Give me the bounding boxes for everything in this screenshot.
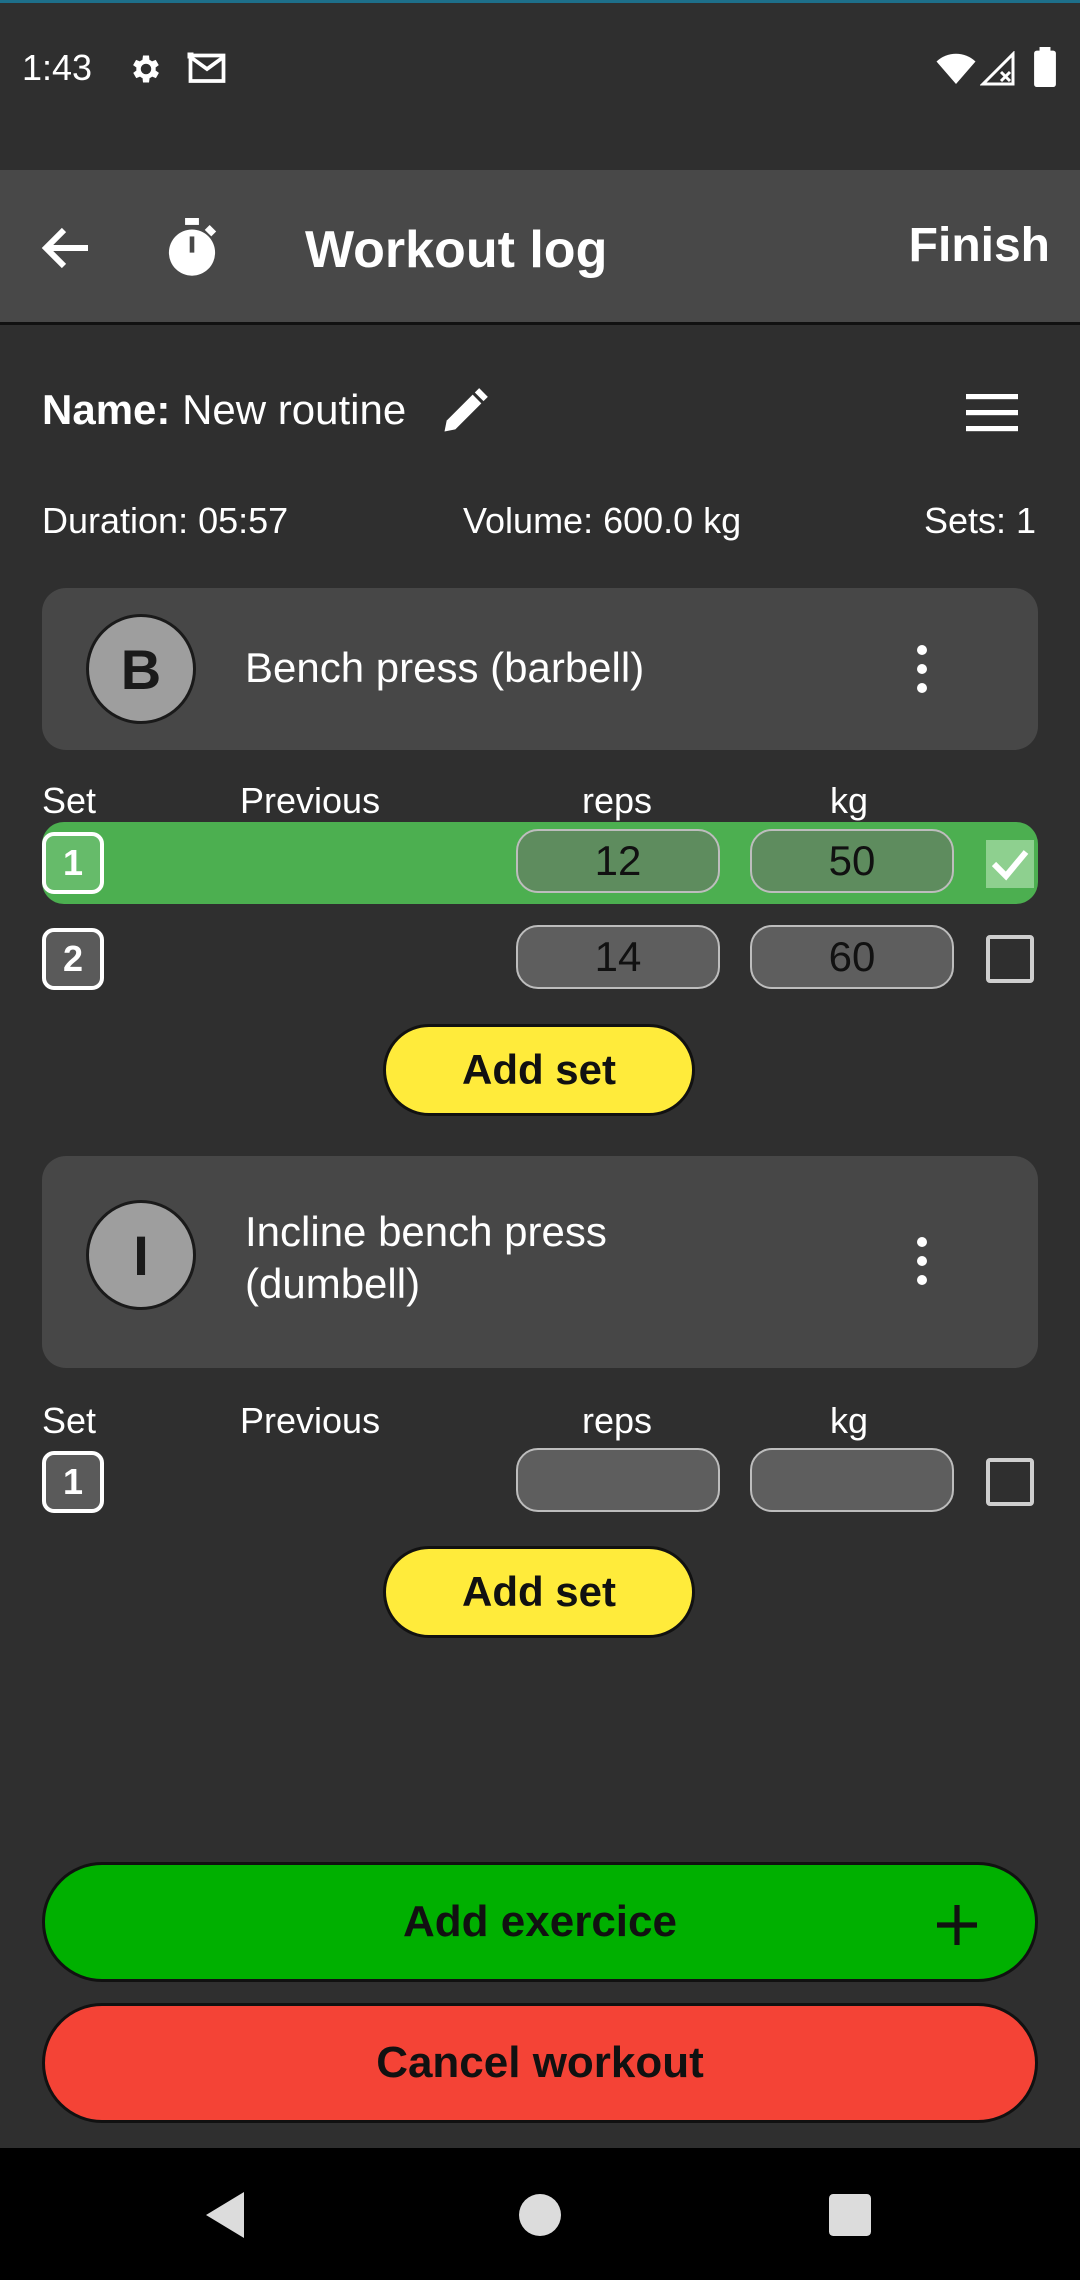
nav-back-icon[interactable] <box>206 2192 246 2238</box>
set-number: 1 <box>42 1451 104 1513</box>
add-exercise-label: Add exercice <box>403 1897 677 1946</box>
set-number: 2 <box>42 928 104 990</box>
duration-stat: Duration: 05:57 <box>42 500 289 541</box>
exercise-avatar: B <box>86 614 196 724</box>
kg-input[interactable]: 50 <box>750 829 954 893</box>
nav-recents-icon[interactable] <box>829 2194 871 2236</box>
col-header-set: Set <box>42 1400 97 1441</box>
exercise-card[interactable]: B Bench press (barbell) <box>42 588 1038 750</box>
app-bar: Workout log Finish <box>0 170 1080 325</box>
mail-icon <box>186 51 228 87</box>
set-done-checkbox[interactable] <box>986 935 1034 983</box>
nav-home-icon[interactable] <box>519 2194 561 2236</box>
col-header-kg: kg <box>830 1400 869 1441</box>
plus-icon <box>935 1903 979 1947</box>
col-header-previous: Previous <box>240 780 381 821</box>
more-vert-icon[interactable] <box>916 1236 928 1286</box>
menu-icon[interactable] <box>966 394 1018 432</box>
page-title: Workout log <box>305 221 608 279</box>
exercise-title: Incline bench press (dumbell) <box>245 1206 607 1310</box>
gear-icon <box>128 51 164 87</box>
set-done-checkbox[interactable] <box>986 1458 1034 1506</box>
system-nav-bar <box>0 2148 1080 2280</box>
add-set-button[interactable]: Add set <box>383 1546 695 1638</box>
check-icon <box>991 850 1029 881</box>
back-arrow-icon[interactable] <box>40 224 92 272</box>
col-header-kg: kg <box>830 780 869 821</box>
more-vert-icon[interactable] <box>916 644 928 694</box>
routine-name-value: New routine <box>182 386 407 433</box>
exercise-card[interactable]: I Incline bench press (dumbell) <box>42 1156 1038 1368</box>
add-exercise-button[interactable]: Add exercice <box>42 1862 1038 1982</box>
col-header-reps: reps <box>582 1400 653 1441</box>
exercise-title-line2: (dumbell) <box>245 1260 421 1307</box>
exercise-title-line1: Incline bench press <box>245 1208 607 1255</box>
exercise-avatar: I <box>86 1200 196 1310</box>
cancel-workout-button[interactable]: Cancel workout <box>42 2003 1038 2123</box>
finish-button[interactable]: Finish <box>909 218 1050 273</box>
reps-input[interactable]: 12 <box>516 829 720 893</box>
status-bar: 1:43 <box>0 0 1080 130</box>
volume-stat: Volume: 600.0 kg <box>463 500 742 541</box>
routine-name-label: Name: <box>42 386 171 433</box>
reps-input[interactable]: 14 <box>516 925 720 989</box>
add-set-button[interactable]: Add set <box>383 1024 695 1116</box>
signal-icon <box>980 51 1016 87</box>
kg-input[interactable]: 60 <box>750 925 954 989</box>
kg-input[interactable] <box>750 1448 954 1512</box>
exercise-title: Bench press (barbell) <box>245 644 645 691</box>
set-done-checkbox[interactable] <box>986 840 1034 888</box>
col-header-reps: reps <box>582 780 653 821</box>
sets-stat: Sets: 1 <box>923 500 1036 541</box>
battery-icon <box>1034 47 1056 87</box>
status-time: 1:43 <box>22 47 93 88</box>
stopwatch-icon[interactable] <box>164 218 220 278</box>
reps-input[interactable] <box>516 1448 720 1512</box>
set-number: 1 <box>42 832 104 894</box>
pencil-icon[interactable] <box>438 386 490 438</box>
wifi-icon <box>935 51 977 87</box>
col-header-set: Set <box>42 780 97 821</box>
routine-name-row: Name: New routine <box>42 386 406 434</box>
col-header-previous: Previous <box>240 1400 381 1441</box>
